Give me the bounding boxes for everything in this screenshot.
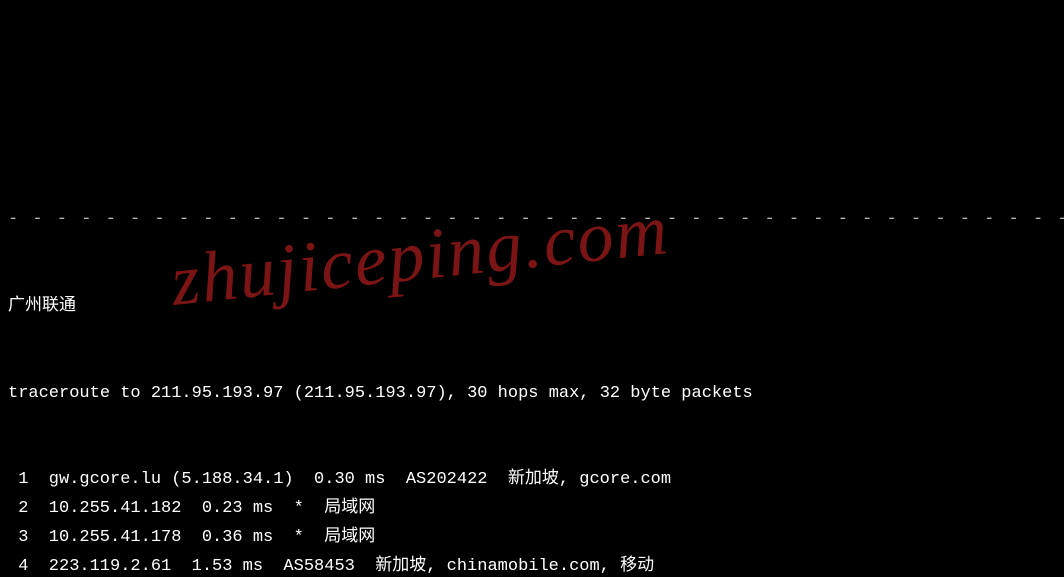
traceroute-intro: traceroute to 211.95.193.97 (211.95.193.… (8, 380, 1056, 409)
hop-number: 4 (8, 553, 28, 577)
hop-body: 10.255.41.178 0.36 ms * 局域网 (49, 528, 375, 547)
hop-number: 2 (8, 495, 28, 524)
hop-line: 1 gw.gcore.lu (5.188.34.1) 0.30 ms AS202… (8, 466, 1056, 495)
hop-body: 223.119.2.61 1.53 ms AS58453 新加坡, chinam… (49, 557, 654, 576)
hop-number: 1 (8, 466, 28, 495)
hops-container: 1 gw.gcore.lu (5.188.34.1) 0.30 ms AS202… (8, 466, 1056, 577)
hop-line: 4 223.119.2.61 1.53 ms AS58453 新加坡, chin… (8, 553, 1056, 577)
separator-line: - - - - - - - - - - - - - - - - - - - - … (8, 206, 1056, 235)
traceroute-title: 广州联通 (8, 293, 1056, 322)
hop-body: 10.255.41.182 0.23 ms * 局域网 (49, 499, 375, 518)
hop-body: gw.gcore.lu (5.188.34.1) 0.30 ms AS20242… (49, 470, 671, 489)
hop-line: 2 10.255.41.182 0.23 ms * 局域网 (8, 495, 1056, 524)
terminal-output: - - - - - - - - - - - - - - - - - - - - … (0, 144, 1064, 577)
hop-number: 3 (8, 524, 28, 553)
hop-line: 3 10.255.41.178 0.36 ms * 局域网 (8, 524, 1056, 553)
